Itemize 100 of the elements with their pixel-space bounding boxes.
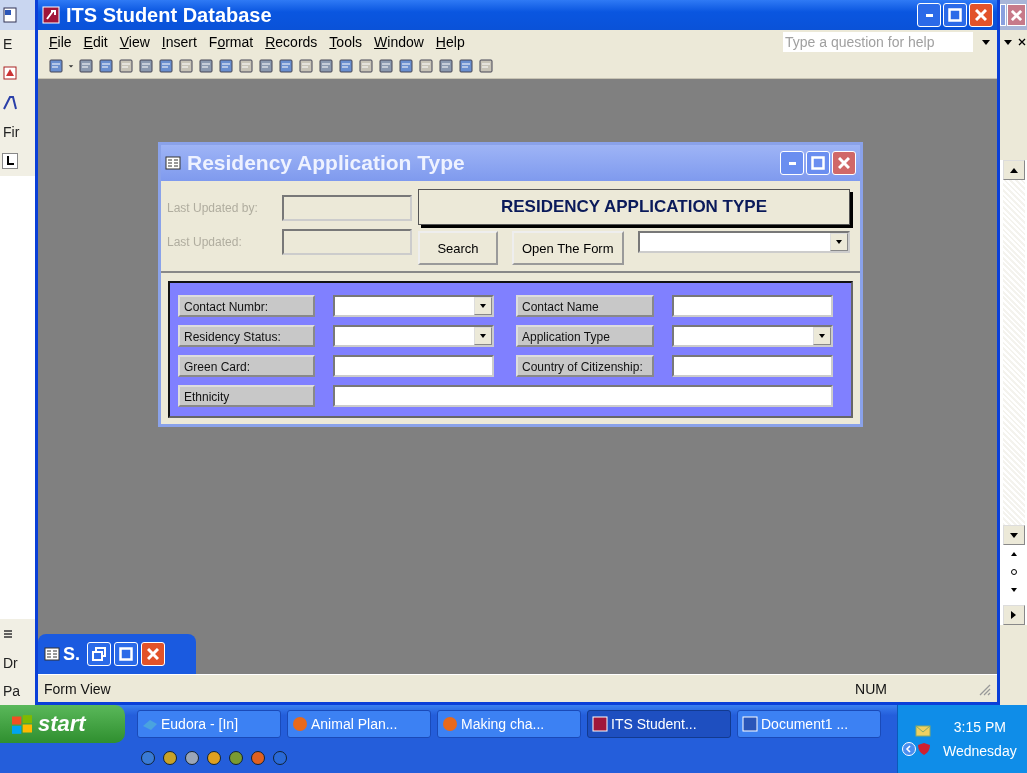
quick-launch-icon[interactable]: [250, 750, 266, 766]
database-icon: [592, 716, 608, 732]
field-label: Last Updated by:: [167, 201, 259, 215]
input-field[interactable]: [333, 385, 833, 407]
field-label: Contact Name: [516, 295, 654, 317]
input-field[interactable]: [333, 355, 494, 377]
minimize-button[interactable]: [780, 151, 804, 175]
quick-launch-icon[interactable]: [228, 750, 244, 766]
menu-item[interactable]: Edit: [78, 34, 113, 50]
close-button[interactable]: [141, 642, 165, 666]
input-field[interactable]: [672, 355, 833, 377]
tab-stop-icon[interactable]: [2, 153, 18, 169]
globe-icon: [442, 716, 458, 732]
taskbar-button[interactable]: Making cha...: [437, 710, 581, 738]
maximize-button[interactable]: [806, 151, 830, 175]
menu-item[interactable]: Tools: [324, 34, 368, 50]
quick-launch-icon[interactable]: [140, 750, 156, 766]
maximize-icon: [119, 647, 133, 661]
close-icon: [838, 157, 850, 169]
field-label: Ethnicity: [178, 385, 315, 407]
caret-icon: [819, 334, 825, 338]
pdf-icon[interactable]: [2, 65, 18, 81]
restore-icon: [92, 647, 106, 661]
minimize-icon: [788, 161, 796, 165]
caret-icon: [836, 240, 842, 244]
window-title: S.: [63, 643, 80, 665]
maximize-button[interactable]: [943, 3, 967, 27]
caret-icon: [480, 304, 486, 308]
toolbar-fragment: Fir: [3, 124, 20, 140]
quick-launch-icon[interactable]: [206, 750, 222, 766]
quick-launch-icon[interactable]: [162, 750, 178, 766]
help-search-field[interactable]: Type a question for help: [783, 32, 973, 52]
circle-icon: [1010, 569, 1017, 575]
dropdown-arrow-icon[interactable]: [1004, 38, 1012, 46]
expand-tray-icon[interactable]: [902, 742, 916, 756]
document-icon: [742, 716, 758, 732]
close-icon: [147, 648, 159, 660]
minimize-button[interactable]: [917, 3, 941, 27]
form-button[interactable]: Search: [418, 231, 498, 265]
taskbar-button[interactable]: Document1 ...: [737, 710, 881, 738]
form-icon: [44, 646, 60, 662]
menu-item[interactable]: Help: [430, 34, 470, 50]
dropdown-field[interactable]: [333, 325, 494, 347]
close-icon: [1011, 9, 1022, 21]
maximize-button[interactable]: [1000, 4, 1006, 26]
up-arrow-icon: [1009, 167, 1018, 173]
taskbar-button[interactable]: Eudora - [In]: [137, 710, 281, 738]
font-icon[interactable]: [2, 95, 18, 111]
maximize-button[interactable]: [114, 642, 138, 666]
up-arrow-icon: [1010, 552, 1017, 556]
menu-item[interactable]: Window: [369, 34, 429, 50]
field-label: Country of Citizenship:: [516, 355, 654, 377]
clock-time[interactable]: 3:15 PM: [953, 719, 1006, 735]
input-field[interactable]: [282, 195, 412, 221]
database-icon[interactable]: [42, 6, 60, 24]
taskbar-button[interactable]: Animal Plan...: [287, 710, 431, 738]
menu-item[interactable]: Format: [203, 34, 259, 50]
scroll-down-button[interactable]: [1002, 525, 1025, 545]
menu-item[interactable]: View: [114, 34, 155, 50]
close-button[interactable]: [1007, 4, 1026, 26]
menu-item[interactable]: Records: [260, 34, 323, 50]
minimize-icon: [925, 13, 933, 17]
globe-icon: [292, 716, 308, 732]
close-icon[interactable]: [1018, 38, 1026, 46]
input-field[interactable]: [672, 295, 833, 317]
status-fragment: Pa: [3, 683, 21, 699]
dropdown-arrow-icon[interactable]: [981, 37, 991, 47]
num-lock-indicator: NUM: [855, 680, 887, 697]
right-arrow-icon: [1011, 611, 1016, 619]
scroll-up-button[interactable]: [1002, 160, 1025, 180]
down-arrow-icon: [1009, 532, 1018, 538]
maximize-icon: [948, 8, 962, 22]
minimized-window[interactable]: S.: [38, 634, 196, 674]
dropdown-field[interactable]: [637, 231, 850, 253]
dropdown-field[interactable]: [333, 295, 494, 317]
close-button[interactable]: [969, 3, 993, 27]
down-arrow-icon: [1010, 588, 1017, 592]
menu-item[interactable]: Insert: [156, 34, 202, 50]
form-heading: RESIDENCY APPLICATION TYPE: [418, 189, 850, 225]
scroll-right-button[interactable]: [1002, 605, 1025, 625]
field-label: Residency Status:: [178, 325, 315, 347]
caret-icon[interactable]: [68, 63, 74, 69]
window-title: ITS Student Database: [66, 3, 272, 27]
quick-launch-icon[interactable]: [272, 750, 288, 766]
restore-button[interactable]: [87, 642, 111, 666]
quick-launch-icon[interactable]: [184, 750, 200, 766]
menu-item[interactable]: File: [44, 34, 77, 50]
toolbar-fragment: Dr: [3, 655, 18, 671]
clock-day[interactable]: Wednesday: [943, 743, 1017, 759]
caret-icon: [480, 334, 486, 338]
view-icon[interactable]: [2, 628, 14, 640]
document-icon[interactable]: [2, 7, 18, 23]
taskbar-button[interactable]: ITS Student...: [587, 710, 731, 738]
close-button[interactable]: [832, 151, 856, 175]
menu-fragment[interactable]: E: [3, 36, 13, 52]
field-label: Green Card:: [178, 355, 315, 377]
dropdown-field[interactable]: [672, 325, 833, 347]
form-button[interactable]: Open The Form: [512, 231, 624, 265]
input-field[interactable]: [282, 229, 412, 255]
form-title: Residency Application Type: [187, 151, 465, 175]
